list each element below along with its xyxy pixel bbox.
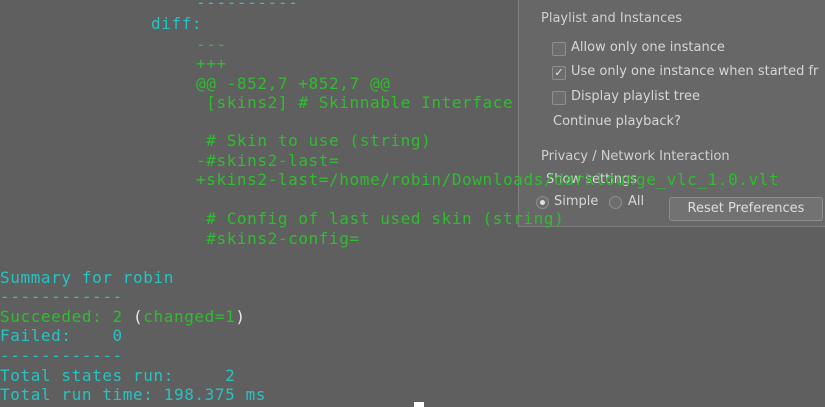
diff-label: diff: <box>151 14 203 33</box>
succeeded-label: Succeeded: 2 <box>0 307 134 326</box>
diff-minus-header: --- <box>196 35 227 54</box>
diff-added-line: +skins2-last=/home/robin/Downloads/darkl… <box>196 170 780 189</box>
total-states-line: Total states run: 2 <box>0 366 236 385</box>
diff-plus-header: +++ <box>196 54 227 73</box>
diff-context-line: [skins2] # Skinnable Interface <box>196 93 514 112</box>
diff-context-line: # Config of last used skin (string) <box>196 209 565 228</box>
summary-rule: ------------ <box>0 287 123 306</box>
total-time-line: Total run time: 198.375 ms <box>0 385 267 404</box>
succeeded-line: Succeeded: 2 (changed=1) <box>0 307 246 327</box>
terminal-cursor <box>414 402 424 407</box>
paren-close: ) <box>235 307 246 326</box>
diff-hunk-header: @@ -852,7 +852,7 @@ <box>196 74 391 93</box>
diff-context-line: # Skin to use (string) <box>196 131 432 150</box>
summary-title: Summary for robin <box>0 268 174 287</box>
rule-top: ---------- <box>196 0 299 12</box>
summary-rule: ------------ <box>0 346 123 365</box>
failed-line: Failed: 0 <box>0 326 123 345</box>
changed-count: changed=1 <box>143 307 236 326</box>
diff-removed-line: -#skins2-last= <box>196 151 340 170</box>
terminal-output: ---------- diff: --- +++ @@ -852,7 +852,… <box>0 0 825 407</box>
paren-open: ( <box>133 307 144 326</box>
diff-context-line: #skins2-config= <box>196 229 360 248</box>
